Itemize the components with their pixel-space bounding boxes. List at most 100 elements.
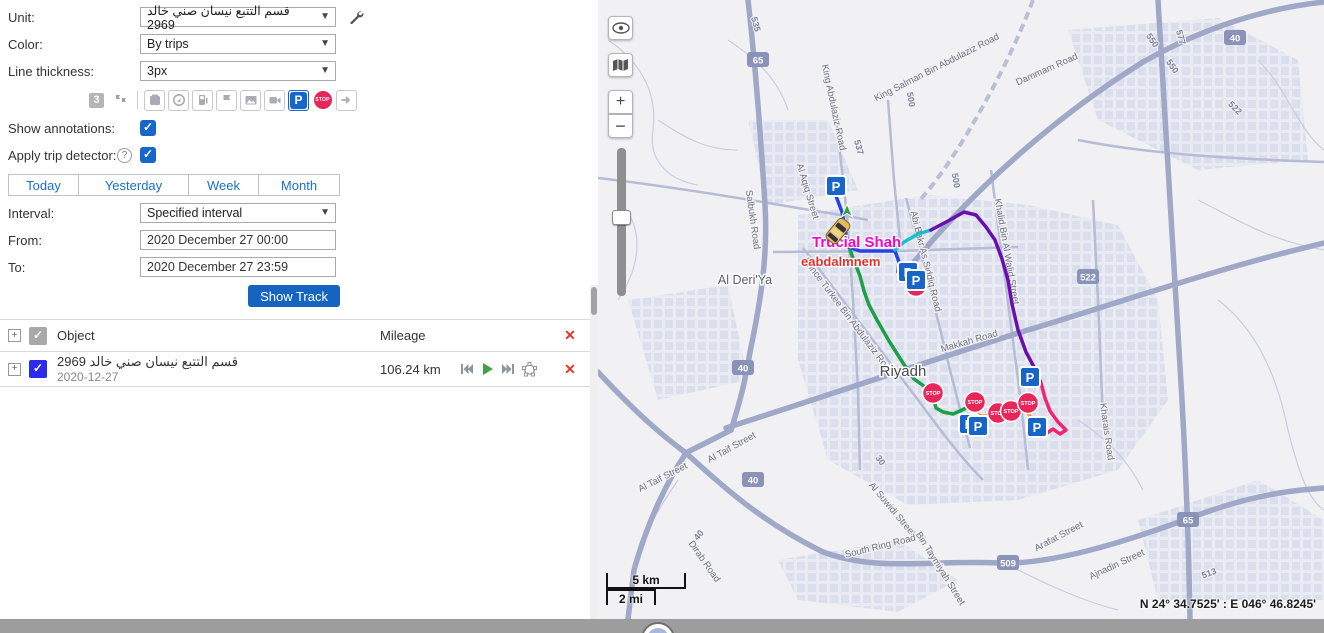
select-all-checkbox[interactable]: [29, 327, 47, 345]
road-label: King Salman Bin Abdulaziz Road: [872, 31, 1001, 104]
zoom-in-button[interactable]: +: [608, 90, 633, 114]
track-object-cell: قسم التتبع نيسان صني خالد 2969 2020-12-2…: [57, 354, 380, 384]
unit-dropdown[interactable]: قسم التتبع نيسان صني خالد 2969 ▼: [140, 7, 336, 27]
help-icon[interactable]: ?: [117, 148, 132, 163]
flags-icon: [113, 92, 129, 108]
road-label: Dirab Road: [686, 539, 723, 585]
svg-text:40: 40: [738, 364, 749, 375]
show-track-button[interactable]: Show Track: [248, 285, 340, 307]
yesterday-button[interactable]: Yesterday: [78, 174, 189, 196]
month-button[interactable]: Month: [258, 174, 340, 196]
interval-dropdown[interactable]: Specified interval ▼: [140, 203, 336, 223]
color-dropdown[interactable]: By trips ▼: [140, 34, 336, 54]
remove-all-tracks-button[interactable]: ✕: [550, 327, 590, 344]
annotations-checkbox[interactable]: [140, 120, 156, 136]
direction-arrows-button[interactable]: [336, 90, 357, 111]
trip-detector-checkbox[interactable]: [140, 147, 156, 163]
fillings-button[interactable]: [192, 90, 213, 111]
trip-detector-row: Apply trip detector: ?: [8, 145, 590, 165]
parkings-button[interactable]: P: [288, 90, 309, 111]
tracking-app: Unit: قسم التتبع نيسان صني خالد 2969 ▼ C…: [0, 0, 1324, 633]
row-checkbox[interactable]: [29, 360, 47, 378]
svg-text:P: P: [912, 273, 921, 288]
from-row: From: 2020 December 27 00:00: [8, 230, 590, 250]
parking-marker[interactable]: P: [1027, 417, 1047, 437]
track-unit-name: قسم التتبع نيسان صني خالد 2969: [57, 354, 380, 370]
road-label: Ajnadin Street: [1088, 547, 1147, 582]
map-canvas[interactable]: King Abdulaziz RoadKing Salman Bin Abdul…: [598, 0, 1324, 619]
route-shield: 65: [1177, 512, 1199, 527]
panel-scrollbar[interactable]: [590, 285, 598, 619]
from-input[interactable]: 2020 December 27 00:00: [140, 230, 336, 250]
track-layer-toolbar: 3: [86, 89, 590, 111]
thickness-label: Line thickness:: [8, 64, 140, 79]
scrollbar-thumb[interactable]: [591, 287, 597, 315]
track-mileage: 106.24 km: [380, 362, 460, 377]
skip-to-start-button[interactable]: [460, 363, 474, 375]
route-shield: 40: [1224, 30, 1246, 45]
expand-all-toggle[interactable]: +: [8, 329, 21, 342]
to-row: To: 2020 December 27 23:59: [8, 257, 590, 277]
parking-marker[interactable]: P: [826, 176, 846, 196]
events-button[interactable]: [144, 90, 165, 111]
visibility-button[interactable]: [608, 16, 633, 40]
to-input[interactable]: 2020 December 27 23:59: [140, 257, 336, 277]
svg-text:509: 509: [1000, 559, 1016, 570]
stop-marker[interactable]: STOP: [923, 383, 944, 404]
expand-row-toggle[interactable]: +: [8, 363, 21, 376]
quick-range-buttons: Today Yesterday Week Month: [8, 174, 340, 196]
annotations-flags-button[interactable]: [110, 90, 131, 111]
route-shield: 40: [732, 360, 754, 375]
color-label: Color:: [8, 37, 140, 52]
layers-button[interactable]: [608, 53, 633, 77]
remove-track-button[interactable]: ✕: [550, 361, 590, 378]
chevron-down-icon: ▼: [320, 65, 330, 76]
svg-text:522: 522: [1080, 273, 1096, 284]
zoom-slider-thumb[interactable]: [612, 210, 631, 225]
week-button[interactable]: Week: [188, 174, 259, 196]
stop-marker[interactable]: STOP: [1018, 393, 1039, 414]
city-label: Riyadh: [880, 363, 927, 380]
video-button[interactable]: [264, 90, 285, 111]
city-blocks: [628, 18, 1324, 612]
scale-mi: 2 mi: [606, 589, 656, 605]
skip-to-end-button[interactable]: [501, 363, 515, 375]
svg-text:40: 40: [1230, 34, 1241, 45]
play-button[interactable]: [481, 362, 494, 376]
stop-sign-icon: STOP: [314, 91, 332, 109]
parking-icon: P: [290, 92, 307, 109]
route-shield: 65: [747, 52, 769, 67]
interval-value: Specified interval: [147, 206, 242, 220]
district-label: Al Deri'Ya: [718, 273, 772, 287]
unit-row: Unit: قسم التتبع نيسان صني خالد 2969 ▼: [8, 7, 590, 27]
from-label: From:: [8, 233, 140, 248]
group-markers-button[interactable]: 3: [86, 90, 107, 111]
toolbar-divider: [137, 91, 138, 109]
photos-button[interactable]: [240, 90, 261, 111]
unit-settings-button[interactable]: [346, 7, 366, 27]
chevron-down-icon: ▼: [320, 11, 330, 22]
show-track-row: Show Track: [8, 285, 340, 307]
speedings-button[interactable]: [168, 90, 189, 111]
road-number: 537: [852, 139, 866, 156]
zoom-slider[interactable]: [617, 148, 626, 296]
parking-marker[interactable]: PP: [959, 414, 988, 436]
thickness-dropdown[interactable]: 3px ▼: [140, 61, 336, 81]
parking-marker[interactable]: P: [1020, 367, 1040, 387]
route-shield: 509: [997, 555, 1019, 570]
events-icon: [148, 93, 162, 107]
track-bounds-button[interactable]: [522, 362, 537, 377]
map-layers-icon: [612, 58, 629, 72]
unit-value: قسم التتبع نيسان صني خالد 2969: [147, 3, 319, 32]
scale-km: 5 km: [606, 573, 686, 589]
thickness-value: 3px: [147, 64, 167, 78]
stop-marker[interactable]: STOP: [965, 392, 986, 413]
video-camera-icon: [268, 93, 282, 107]
today-button[interactable]: Today: [8, 174, 79, 196]
object-column-header: Object: [57, 328, 380, 343]
flag-button[interactable]: [216, 90, 237, 111]
stops-button[interactable]: STOP: [312, 90, 333, 111]
zoom-out-button[interactable]: −: [608, 114, 633, 138]
road-label: Arafat Street: [1033, 519, 1086, 554]
road-number: 500: [905, 91, 917, 108]
